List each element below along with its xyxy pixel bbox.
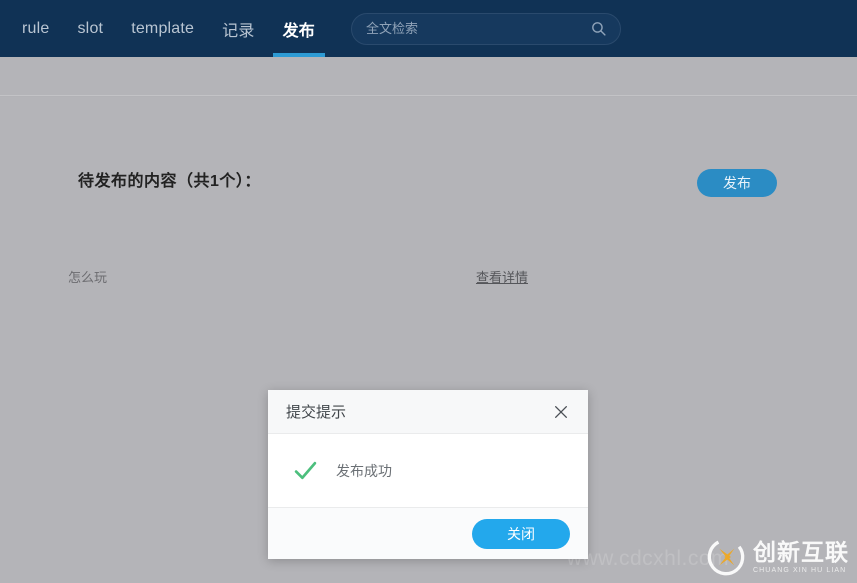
dialog-message: 发布成功 — [336, 462, 392, 479]
top-navigation-bar: rule slot template 记录 发布 — [0, 0, 857, 57]
nav-tab-records[interactable]: 记录 — [208, 0, 268, 57]
nav-tab-label: slot — [77, 19, 104, 37]
nav-tab-label: 记录 — [222, 22, 255, 40]
nav-tab-label: 发布 — [282, 22, 315, 40]
dialog-footer: 关闭 — [268, 507, 588, 559]
check-icon — [292, 458, 318, 484]
submit-result-dialog: 提交提示 发布成功 关闭 — [268, 390, 588, 559]
dialog-title: 提交提示 — [286, 404, 347, 421]
nav-tab-slot[interactable]: slot — [63, 0, 117, 57]
dialog-body: 发布成功 — [268, 434, 588, 507]
view-details-link[interactable]: 查看详情 — [476, 267, 528, 286]
dialog-close-button[interactable]: 关闭 — [472, 518, 570, 549]
list-item-title: 怎么玩 — [68, 270, 108, 285]
close-icon[interactable] — [550, 401, 572, 423]
nav-tab-rule[interactable]: rule — [8, 0, 63, 57]
page-top-band — [0, 57, 857, 96]
nav-tab-label: rule — [22, 19, 50, 37]
search-icon[interactable] — [590, 20, 608, 38]
page-title: 待发布的内容（共1个）： — [78, 173, 261, 190]
search-box[interactable] — [350, 12, 621, 45]
dialog-header: 提交提示 — [268, 390, 588, 434]
publish-button[interactable]: 发布 — [697, 169, 777, 197]
list-item: 怎么玩 查看详情 — [68, 267, 528, 286]
nav-tab-label: template — [131, 19, 195, 37]
nav-tab-publish[interactable]: 发布 — [269, 0, 329, 57]
search-input[interactable] — [363, 20, 590, 37]
nav-tab-template[interactable]: template — [117, 0, 208, 57]
